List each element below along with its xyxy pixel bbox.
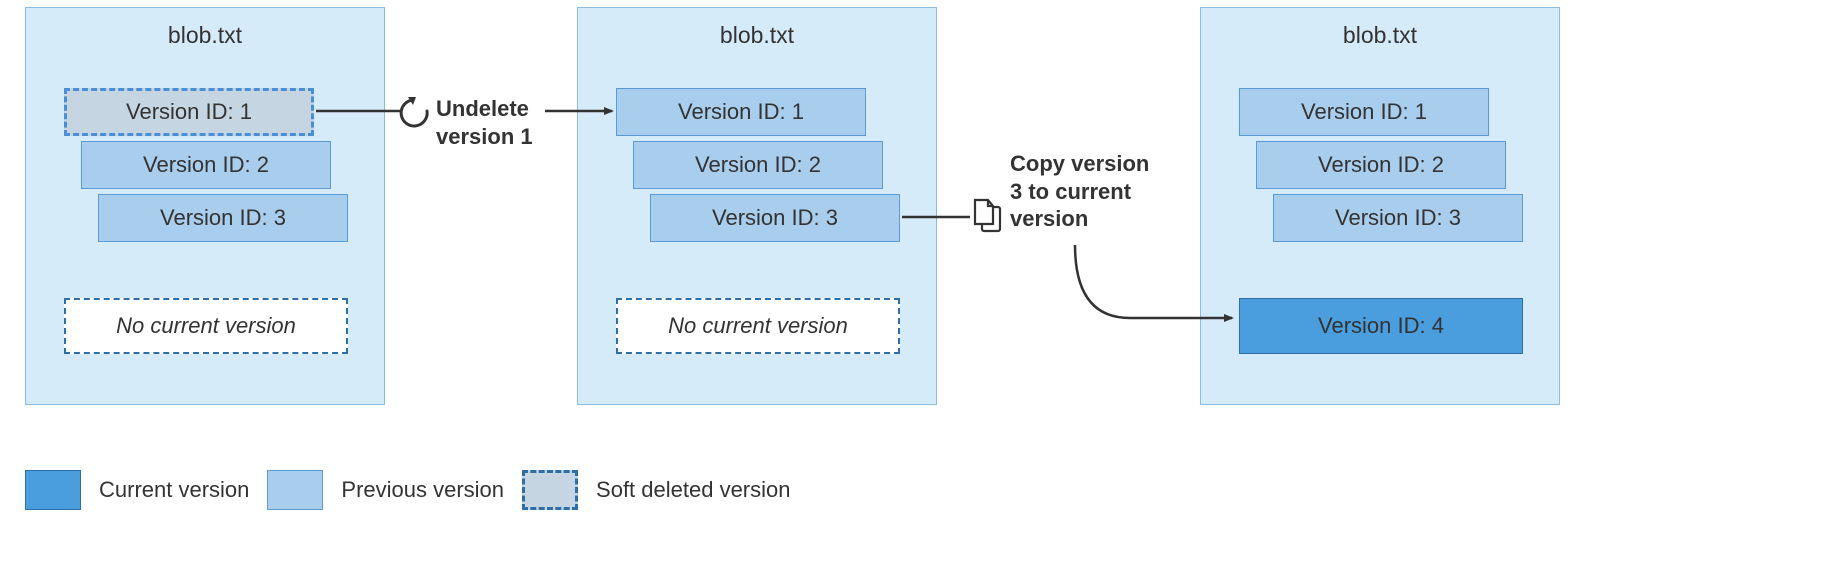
panel-title: blob.txt [1201,22,1559,49]
panel-title: blob.txt [26,22,384,49]
no-current-placeholder: No current version [64,298,348,354]
action-text-line: Copy version [1010,150,1149,178]
panel-state-3: blob.txt Version ID: 1 Version ID: 2 Ver… [1200,7,1560,405]
version-block-previous: Version ID: 3 [1273,194,1523,242]
version-label: Version ID: 2 [695,152,821,178]
undo-icon [401,97,427,126]
action-text-line: 3 to current [1010,178,1149,206]
version-block-current: Version ID: 4 [1239,298,1523,354]
legend-label: Current version [99,477,249,503]
version-block-previous: Version ID: 3 [650,194,900,242]
version-block-previous: Version ID: 2 [81,141,331,189]
version-block-previous: Version ID: 2 [1256,141,1506,189]
legend-swatch-current [25,470,81,510]
legend: Current version Previous version Soft de… [25,470,791,510]
version-label: Version ID: 4 [1318,313,1444,339]
legend-label: Soft deleted version [596,477,790,503]
version-block-previous: Version ID: 3 [98,194,348,242]
version-label: Version ID: 3 [712,205,838,231]
action-text-line: version 1 [436,123,533,151]
legend-swatch-previous [267,470,323,510]
version-block-previous: Version ID: 2 [633,141,883,189]
version-label: Version ID: 3 [1335,205,1461,231]
version-label: Version ID: 1 [1301,99,1427,125]
version-label: Version ID: 2 [1318,152,1444,178]
no-current-label: No current version [668,313,848,339]
action-text-line: version [1010,205,1149,233]
legend-label: Previous version [341,477,504,503]
version-block-previous: Version ID: 1 [1239,88,1489,136]
version-label: Version ID: 2 [143,152,269,178]
diagram-canvas: blob.txt Version ID: 1 Version ID: 2 Ver… [0,0,1842,566]
action-text-line: Undelete [436,95,533,123]
legend-swatch-soft-deleted [522,470,578,510]
version-block-previous: Version ID: 1 [616,88,866,136]
panel-state-1: blob.txt Version ID: 1 Version ID: 2 Ver… [25,7,385,405]
action-label-copy: Copy version 3 to current version [1010,150,1149,233]
copy-icon [975,200,1000,231]
version-label: Version ID: 1 [126,99,252,125]
no-current-label: No current version [116,313,296,339]
panel-state-2: blob.txt Version ID: 1 Version ID: 2 Ver… [577,7,937,405]
no-current-placeholder: No current version [616,298,900,354]
panel-title: blob.txt [578,22,936,49]
action-label-undelete: Undelete version 1 [436,95,533,150]
version-label: Version ID: 1 [678,99,804,125]
version-label: Version ID: 3 [160,205,286,231]
version-block-soft-deleted: Version ID: 1 [64,88,314,136]
